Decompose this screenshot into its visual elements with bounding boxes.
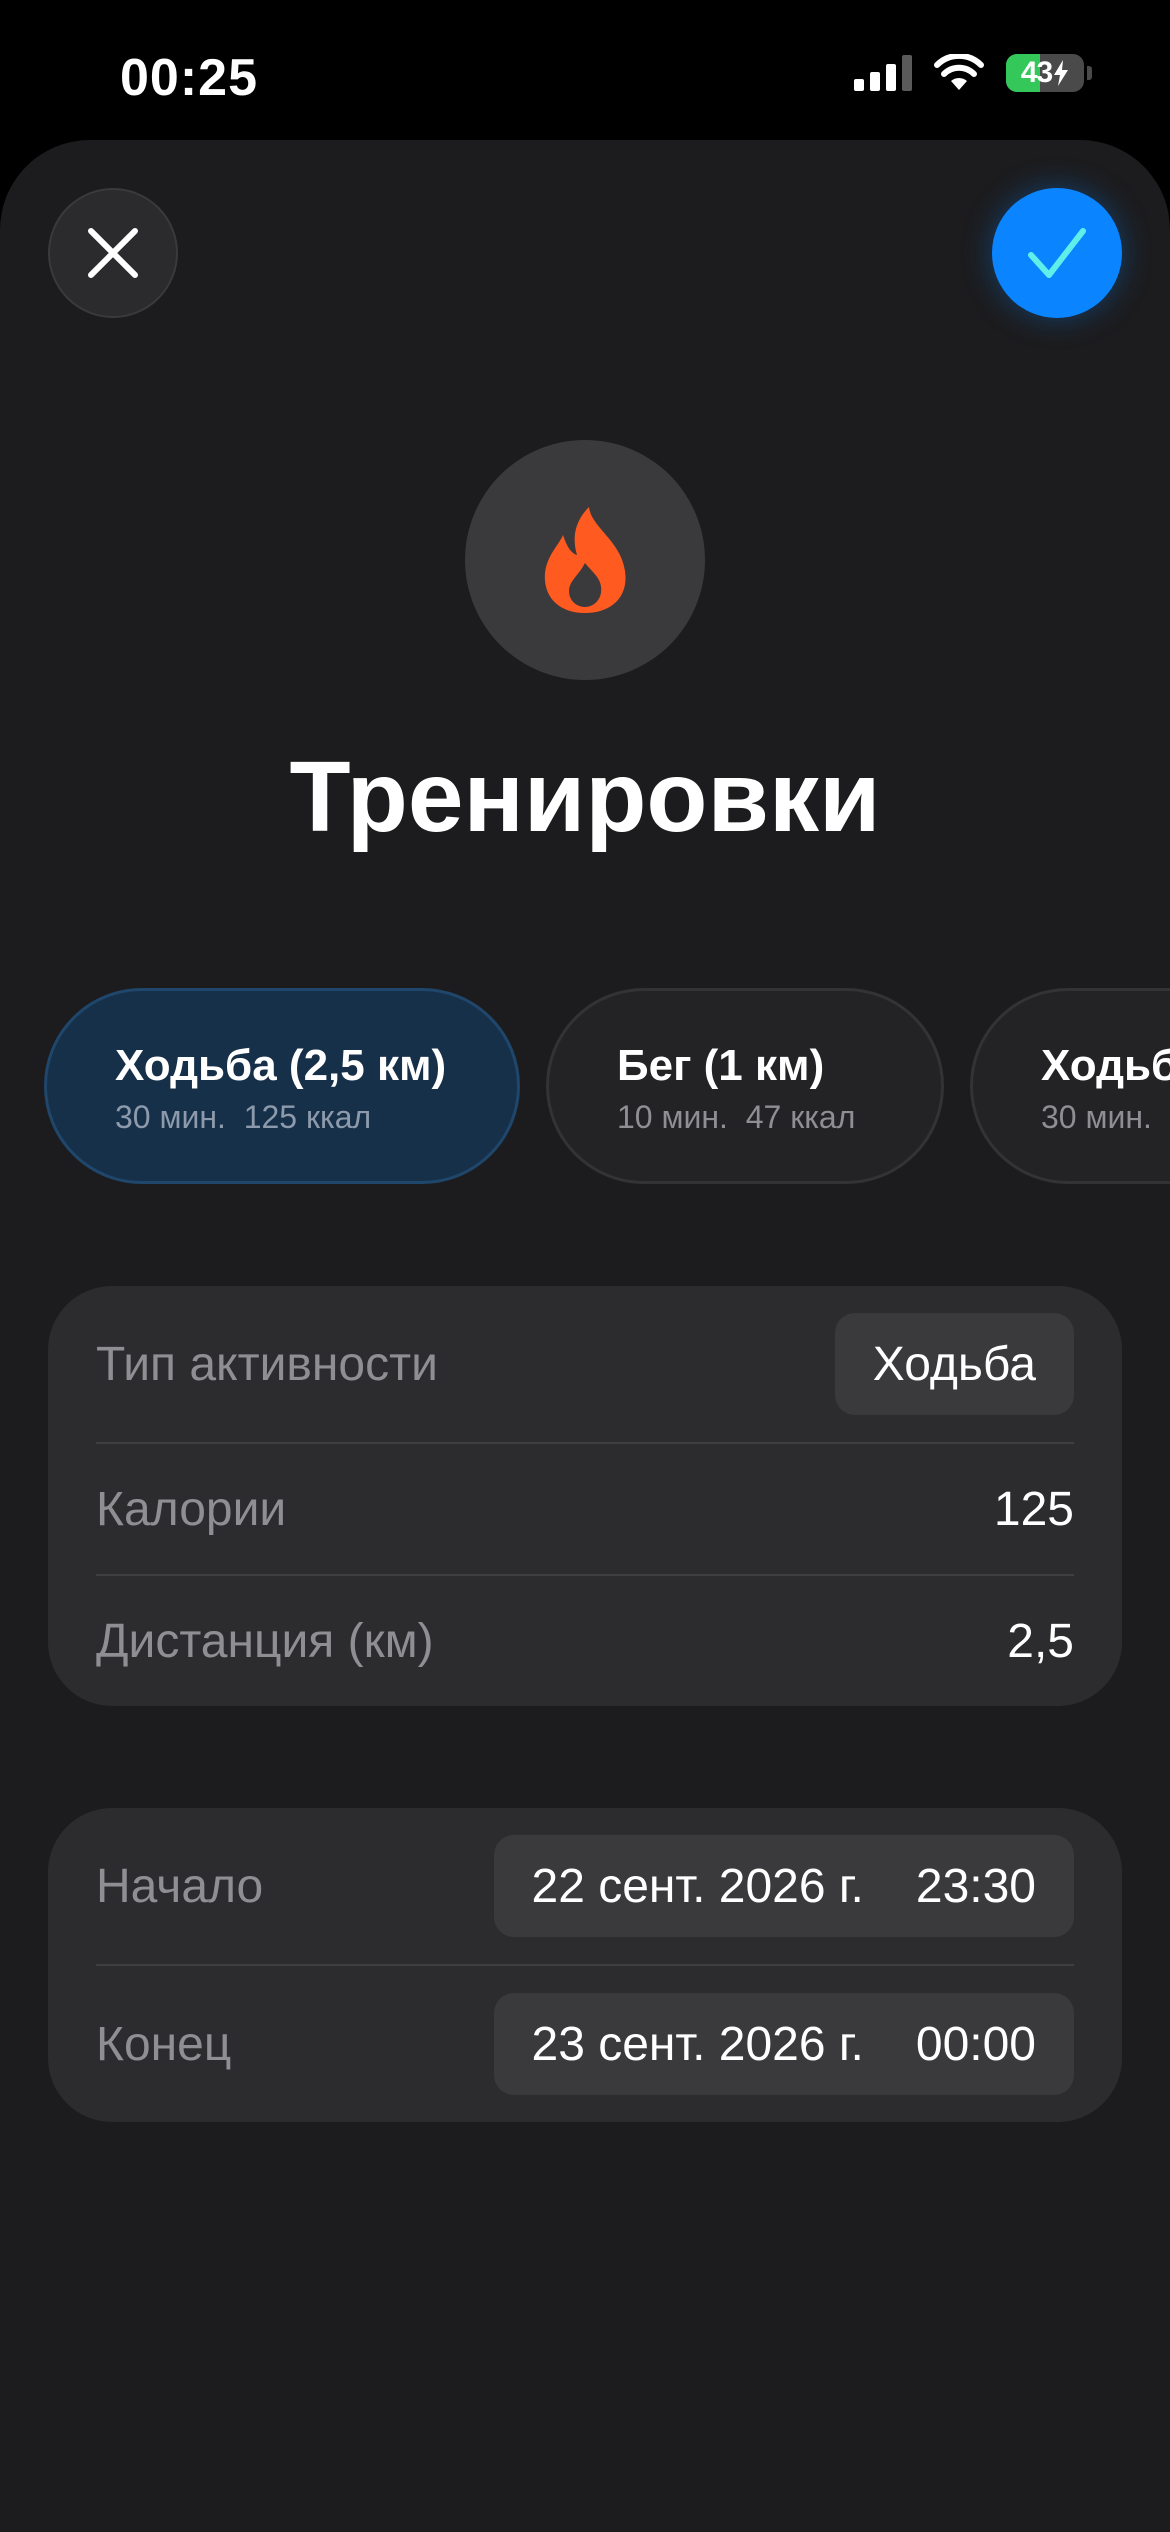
end-label: Конец: [96, 2017, 232, 2071]
distance-label: Дистанция (км): [96, 1614, 434, 1668]
workout-sheet: Тренировки Ходьба (2,5 км) 30 мин. 125 к…: [0, 140, 1170, 2532]
page-title: Тренировки: [289, 741, 881, 853]
status-time: 00:25: [120, 49, 258, 107]
distance-row: Дистанция (км) 2,5: [96, 1574, 1074, 1706]
hero-icon-circle: [465, 440, 705, 680]
end-row: Конец 23 сент. 2026 г. 00:00: [96, 1964, 1074, 2122]
details-card: Тип активности Ходьба Калории 125 Дистан…: [48, 1286, 1122, 1706]
close-button[interactable]: [48, 188, 178, 318]
calories-label: Калории: [96, 1482, 287, 1536]
confirm-button[interactable]: [992, 188, 1122, 318]
preset-subtitle: 30 мин.: [1041, 1099, 1152, 1135]
activity-type-picker[interactable]: Ходьба: [834, 1313, 1074, 1415]
end-time[interactable]: 00:00: [916, 2017, 1036, 2072]
preset-subtitle: 10 мин. 47 ккал: [617, 1099, 856, 1135]
checkmark-icon: [1028, 228, 1086, 278]
flame-icon: [544, 507, 626, 613]
preset-carousel[interactable]: Ходьба (2,5 км) 30 мин. 125 ккал Бег (1 …: [0, 988, 1170, 1188]
close-icon: [88, 228, 138, 278]
charging-bolt-icon: [1054, 60, 1069, 86]
cellular-signal-icon: [854, 55, 912, 91]
status-bar: 00:25 43: [0, 0, 1170, 140]
calories-field[interactable]: 125: [994, 1482, 1074, 1537]
start-datetime-picker[interactable]: 22 сент. 2026 г. 23:30: [493, 1835, 1074, 1937]
start-label: Начало: [96, 1859, 264, 1913]
distance-field[interactable]: 2,5: [1007, 1614, 1074, 1669]
end-datetime-picker[interactable]: 23 сент. 2026 г. 00:00: [493, 1993, 1074, 2095]
activity-type-label: Тип активности: [96, 1337, 438, 1391]
activity-type-row: Тип активности Ходьба: [96, 1286, 1074, 1442]
end-date[interactable]: 23 сент. 2026 г.: [532, 2017, 864, 2072]
start-row: Начало 22 сент. 2026 г. 23:30: [96, 1808, 1074, 1964]
calories-row: Калории 125: [96, 1442, 1074, 1574]
start-date[interactable]: 22 сент. 2026 г.: [532, 1859, 864, 1914]
battery-cap: [1087, 66, 1092, 80]
preset-title: Ходьба (2,5 км): [115, 1041, 447, 1090]
preset-title: Бег (1 км): [617, 1041, 825, 1090]
battery-icon: 43: [1006, 54, 1084, 92]
start-time[interactable]: 23:30: [916, 1859, 1036, 1914]
preset-subtitle: 30 мин. 125 ккал: [115, 1099, 372, 1135]
preset-chip-running-1[interactable]: Бег (1 км) 10 мин. 47 ккал: [546, 988, 944, 1184]
wifi-icon: [934, 54, 984, 90]
preset-title: Ходьба: [1041, 1041, 1170, 1090]
status-icons: 43: [854, 54, 1092, 92]
time-range-card: Начало 22 сент. 2026 г. 23:30 Конец 23 се…: [48, 1808, 1122, 2122]
preset-chip-walking-2-5[interactable]: Ходьба (2,5 км) 30 мин. 125 ккал: [44, 988, 520, 1184]
preset-chip-walking[interactable]: Ходьба 30 мин.: [970, 988, 1170, 1184]
battery-level: 43: [1020, 56, 1053, 89]
